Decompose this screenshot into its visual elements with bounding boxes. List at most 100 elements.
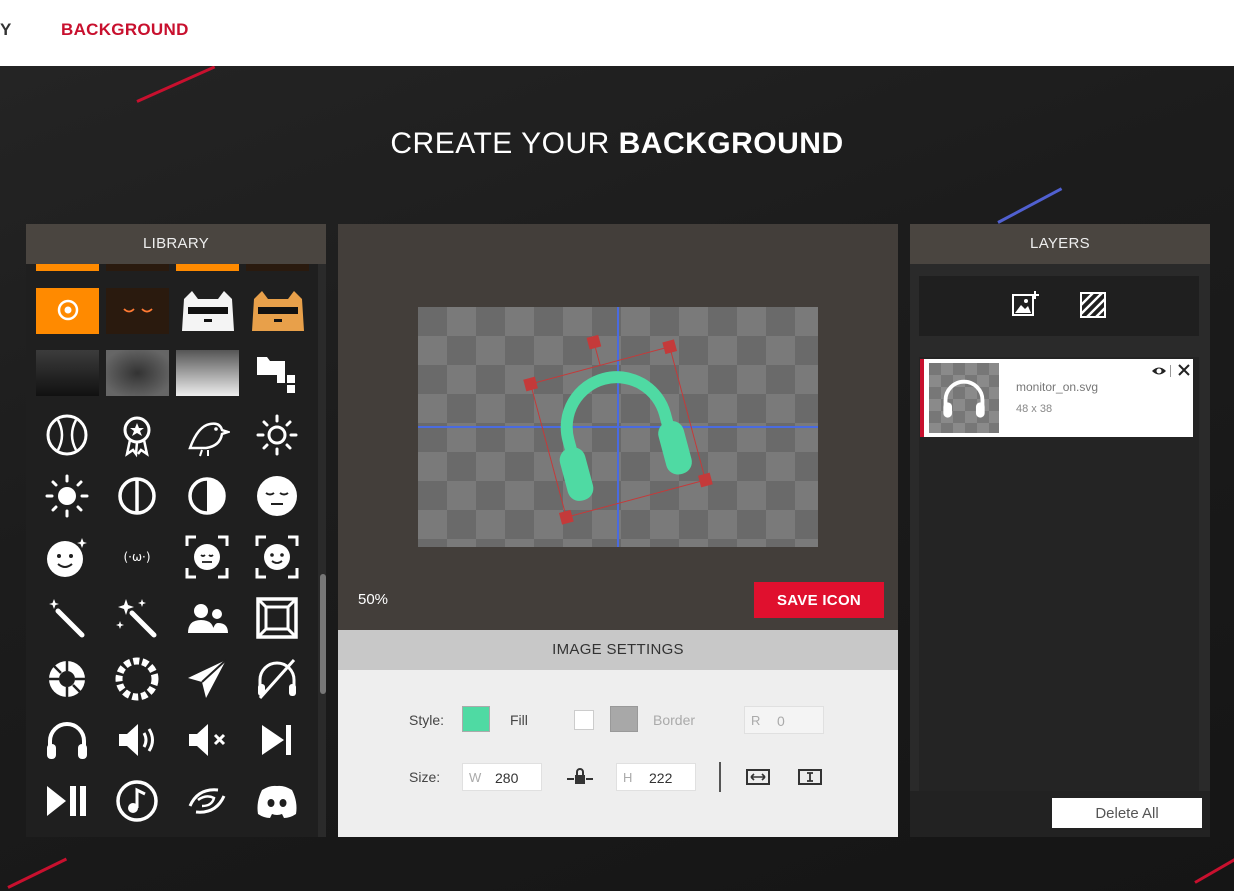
dark-gradient-tile[interactable] (36, 350, 99, 396)
users-icon[interactable] (177, 588, 237, 648)
baseball-icon[interactable] (37, 405, 97, 465)
layer-dimensions: 48 x 38 (1016, 403, 1053, 415)
sun-filled-icon[interactable] (37, 466, 97, 526)
nav-tab-partial[interactable]: Y (0, 20, 11, 40)
layers-footer: Delete All (910, 791, 1210, 837)
folder-grid-icon (256, 357, 295, 393)
rotate-handle[interactable] (586, 334, 602, 350)
library-scroll-thumb[interactable] (320, 574, 326, 694)
blue-streak (997, 187, 1063, 224)
magic-wand-sparkles-icon[interactable] (107, 588, 167, 648)
border-checkbox[interactable] (574, 710, 594, 730)
music-note-icon[interactable] (107, 771, 167, 831)
headphones-icon[interactable] (37, 710, 97, 770)
magic-wand-icon[interactable] (37, 588, 97, 648)
pixel-cat-white-icon (181, 291, 234, 331)
visibility-eye-icon[interactable] (1151, 363, 1167, 379)
folder-grid-tile[interactable] (246, 350, 309, 396)
layers-panel: LAYERS monitor_on.svg 48 x 38 Delete All (910, 224, 1210, 837)
dark-tile[interactable] (246, 264, 309, 271)
headphones-left-cup (559, 447, 594, 501)
canvas-stage[interactable] (418, 307, 818, 547)
height-prefix: H (623, 770, 633, 785)
layers-toolbar (919, 276, 1199, 336)
sun-outline-icon[interactable] (247, 405, 307, 465)
selected-headphones[interactable] (517, 316, 713, 525)
library-grid: (·ω·) (26, 264, 326, 837)
kaomoji-text: (·ω·) (123, 550, 151, 564)
orange-tile[interactable] (36, 264, 99, 271)
cool-cat-tile[interactable] (176, 288, 239, 334)
kaomoji-icon[interactable]: (·ω·) (107, 527, 167, 587)
style-label: Style: (409, 712, 445, 728)
headphones-icon (943, 379, 985, 418)
width-prefix: W (469, 770, 482, 785)
nav-tab-background[interactable]: BACKGROUND (61, 20, 189, 40)
resize-handle[interactable] (698, 472, 713, 488)
orange-cat-tile[interactable] (246, 288, 309, 334)
eye-ring-icon (57, 299, 78, 321)
remove-layer-close-icon[interactable] (1176, 362, 1192, 378)
award-ribbon-icon[interactable] (107, 405, 167, 465)
resize-handle[interactable] (523, 376, 538, 392)
width-field[interactable]: W 280 (462, 763, 542, 791)
no-headphones-icon[interactable] (247, 649, 307, 709)
contrast-icon[interactable] (177, 466, 237, 526)
vortex-icon[interactable] (177, 771, 237, 831)
resize-handle[interactable] (558, 509, 574, 525)
pixel-cat-orange-icon (251, 291, 304, 331)
image-settings-header: IMAGE SETTINGS (338, 630, 898, 670)
loading-dots-icon[interactable] (107, 649, 167, 709)
height-value: 222 (649, 770, 673, 786)
resize-handle[interactable] (662, 339, 678, 355)
settings-divider (719, 762, 721, 792)
orange-tile[interactable] (176, 264, 239, 271)
fill-color-swatch[interactable] (462, 706, 490, 732)
light-gradient-tile[interactable] (176, 350, 239, 396)
red-streak (136, 66, 216, 103)
canvas-artwork (418, 307, 818, 547)
face-frame-neutral-icon[interactable] (177, 527, 237, 587)
library-scrollbar[interactable] (318, 264, 326, 837)
radial-gradient-tile[interactable] (106, 350, 169, 396)
bird-icon[interactable] (177, 405, 237, 465)
library-header: LIBRARY (26, 224, 326, 264)
save-icon-button[interactable]: SAVE ICON (754, 582, 884, 618)
layer-item[interactable]: monitor_on.svg 48 x 38 (920, 359, 1193, 437)
dark-tile[interactable] (106, 264, 169, 271)
orange-eye-tile[interactable] (36, 288, 99, 334)
face-frame-smile-icon[interactable] (247, 527, 307, 587)
closed-eyes-tile[interactable] (106, 288, 169, 334)
play-pause-icon[interactable] (37, 771, 97, 831)
fill-label: Fill (510, 712, 528, 728)
height-field[interactable]: H 222 (616, 763, 696, 791)
layer-thumbnail (929, 363, 999, 433)
layer-name: monitor_on.svg (1016, 380, 1099, 394)
paper-plane-icon[interactable] (177, 649, 237, 709)
sleepy-face-icon[interactable] (247, 466, 307, 526)
closed-eyes-icon (122, 308, 153, 313)
zoom-level: 50% (358, 591, 389, 608)
lock-ratio-icon[interactable] (567, 767, 593, 792)
delete-all-button[interactable]: Delete All (1052, 798, 1202, 828)
size-label: Size: (409, 769, 441, 785)
radius-field[interactable]: R 0 (744, 706, 824, 734)
red-streak (7, 857, 68, 889)
pattern-icon[interactable] (1080, 292, 1106, 323)
border-color-swatch[interactable] (610, 706, 638, 732)
loading-ring-icon[interactable] (37, 649, 97, 709)
top-nav: Y BACKGROUND (0, 0, 1234, 66)
layers-header: LAYERS (910, 224, 1210, 264)
frame-icon[interactable] (247, 588, 307, 648)
sparkle-face-icon[interactable] (37, 527, 97, 587)
mute-icon[interactable] (177, 710, 237, 770)
fit-height-icon[interactable] (798, 767, 822, 792)
volume-icon[interactable] (107, 710, 167, 770)
skip-next-icon[interactable] (247, 710, 307, 770)
fit-width-icon[interactable] (746, 767, 770, 792)
half-circle-outline-icon[interactable] (107, 466, 167, 526)
page-title: CREATE YOUR BACKGROUND (390, 127, 844, 160)
radius-prefix: R (751, 713, 761, 728)
discord-icon[interactable] (247, 771, 307, 831)
add-image-icon[interactable] (1011, 290, 1041, 323)
